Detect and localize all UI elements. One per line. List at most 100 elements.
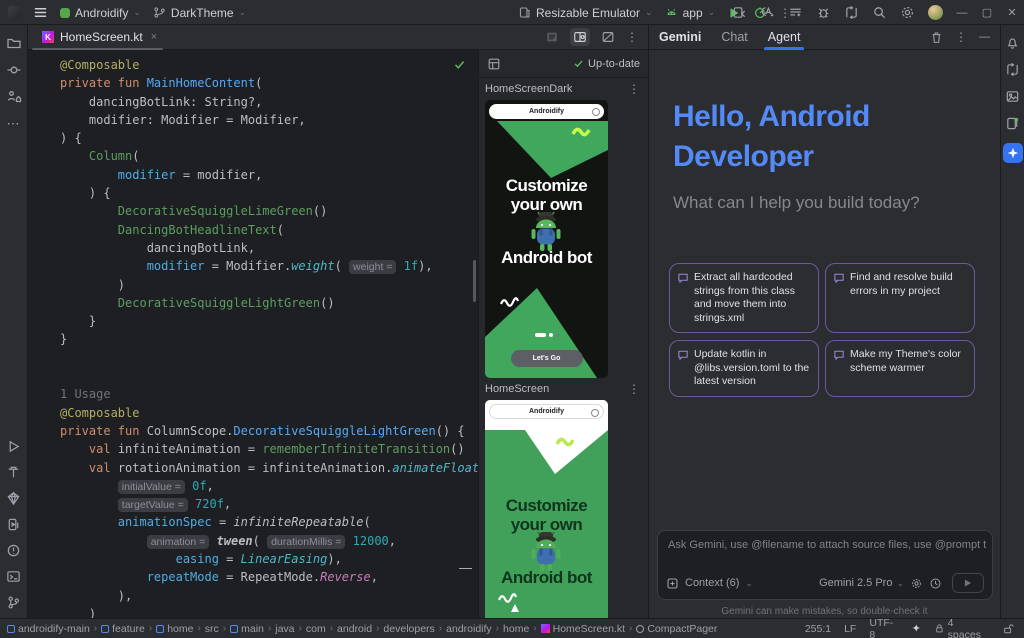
- terminal-tool-icon[interactable]: [6, 569, 21, 584]
- breadcrumb-item[interactable]: feature: [101, 623, 145, 635]
- code-assist-icon[interactable]: [760, 5, 775, 20]
- caret-position[interactable]: 255:1: [805, 623, 831, 635]
- breadcrumb-item[interactable]: home: [503, 623, 529, 635]
- code-line: DecorativeSquiggleLightGreen(): [60, 294, 468, 312]
- version-control-tool-icon[interactable]: [6, 595, 21, 610]
- delete-conversation-icon[interactable]: [930, 31, 943, 44]
- run-tool-icon[interactable]: [6, 439, 21, 454]
- commit-tool-icon[interactable]: [6, 62, 22, 78]
- chevron-down-icon: ⌄: [745, 579, 753, 588]
- notifications-bell-icon[interactable]: [1005, 35, 1020, 50]
- preview-label-homescreendark[interactable]: HomeScreenDark ⋮: [479, 78, 648, 100]
- breadcrumb-item[interactable]: main: [230, 623, 264, 635]
- write-access-unlock-icon[interactable]: [1002, 623, 1014, 635]
- code-view-icon[interactable]: [542, 28, 562, 46]
- gemini-prompt-input[interactable]: Ask Gemini, use @filename to attach sour…: [657, 530, 993, 600]
- code-line: initialValue = 0f,: [60, 477, 468, 495]
- project-selector[interactable]: Androidify ⌄: [60, 6, 141, 20]
- build-variants-icon[interactable]: [788, 5, 803, 20]
- maximize-window-button[interactable]: ▢: [981, 6, 993, 19]
- editor-options-icon[interactable]: ⋮: [626, 30, 638, 44]
- running-devices-tool-icon[interactable]: [6, 517, 21, 532]
- breadcrumb-item[interactable]: java: [275, 623, 294, 635]
- breadcrumb-item[interactable]: developers: [383, 623, 434, 635]
- preview-options-icon[interactable]: ⋮: [628, 382, 640, 396]
- breadcrumb-item[interactable]: android: [337, 623, 372, 635]
- breadcrumb-item[interactable]: src: [205, 623, 219, 635]
- status-bar: androidify-main›feature›home›src›main›ja…: [0, 618, 1024, 638]
- gemini-tool-icon[interactable]: [1003, 143, 1023, 163]
- build-tool-icon[interactable]: [6, 465, 21, 480]
- code-editor[interactable]: @Composableprivate fun MainHomeContent( …: [28, 50, 478, 618]
- history-icon[interactable]: [929, 577, 942, 590]
- android-head-icon: [665, 6, 678, 19]
- lets-go-button: Let's Go: [511, 350, 583, 367]
- vcs-branch-selector[interactable]: DarkTheme ⌄: [153, 6, 246, 20]
- settings-gear-icon[interactable]: [900, 5, 915, 20]
- lock-icon: [934, 623, 945, 634]
- breadcrumb-item[interactable]: androidify: [446, 623, 492, 635]
- bug-icon[interactable]: [816, 5, 831, 20]
- preview-canvas-homescreendark[interactable]: Androidify Customize your own Andro: [485, 100, 608, 378]
- editor-scrollbar[interactable]: [473, 260, 476, 302]
- run-configuration-selector[interactable]: app ⌄: [665, 6, 716, 20]
- inspections-ok-icon[interactable]: [453, 58, 466, 71]
- context-label[interactable]: Context (6): [685, 577, 739, 589]
- close-window-button[interactable]: ✕: [1006, 6, 1018, 19]
- preview-options-icon[interactable]: ⋮: [628, 82, 640, 96]
- code-area: @Composableprivate fun MainHomeContent( …: [60, 56, 468, 618]
- main-menu-icon[interactable]: [33, 5, 48, 20]
- suggestion-card[interactable]: Find and resolve build errors in my proj…: [825, 263, 975, 333]
- breadcrumb-item[interactable]: home: [156, 623, 193, 635]
- suggestion-card[interactable]: Extract all hardcoded strings from this …: [669, 263, 819, 333]
- module-icon: [7, 625, 15, 633]
- design-view-icon[interactable]: [598, 28, 618, 46]
- resource-manager-tool-icon[interactable]: [1005, 89, 1020, 104]
- breadcrumb-item[interactable]: com: [306, 623, 326, 635]
- prompt-settings-icon[interactable]: [910, 577, 923, 590]
- device-selector[interactable]: Resizable Emulator ⌄: [518, 6, 653, 20]
- suggestion-text: Make my Theme's color scheme warmer: [850, 348, 966, 389]
- more-tools-icon[interactable]: ⋯: [7, 116, 21, 132]
- running-devices-mirror-icon[interactable]: [1005, 116, 1020, 131]
- indent-setting[interactable]: 4 spaces: [934, 617, 989, 638]
- close-tab-icon[interactable]: ×: [151, 31, 157, 43]
- suggestion-card[interactable]: Make my Theme's color scheme warmer: [825, 340, 975, 397]
- project-icon: [60, 8, 70, 18]
- gemini-options-icon[interactable]: ⋮: [955, 30, 967, 44]
- project-name: Androidify: [75, 6, 128, 20]
- search-icon[interactable]: [872, 5, 887, 20]
- problems-tool-icon[interactable]: [6, 543, 21, 558]
- tab-agent[interactable]: Agent: [768, 25, 801, 50]
- app-quality-insights-icon[interactable]: [6, 491, 21, 506]
- hide-panel-icon[interactable]: —: [979, 31, 990, 43]
- context-icon[interactable]: [666, 577, 679, 590]
- project-tool-icon[interactable]: [6, 35, 22, 51]
- model-selector[interactable]: Gemini 2.5 Pro: [819, 577, 892, 589]
- structure-tool-icon[interactable]: [6, 89, 22, 105]
- pull-requests-tool-icon[interactable]: [1005, 62, 1020, 77]
- module-icon: [230, 625, 238, 633]
- chevron-down-icon: ⌄: [645, 8, 653, 17]
- preview-layout-icon[interactable]: [487, 57, 501, 71]
- breadcrumb-item[interactable]: androidify-main: [7, 623, 90, 635]
- tab-homescreen-kt[interactable]: K HomeScreen.kt ×: [28, 25, 167, 50]
- preview-label-homescreen[interactable]: HomeScreen ⋮: [479, 378, 648, 400]
- user-avatar[interactable]: [928, 5, 943, 20]
- file-encoding[interactable]: UTF-8: [869, 617, 898, 638]
- line-ending[interactable]: LF: [844, 623, 856, 635]
- gemini-spark-icon[interactable]: ✦: [912, 622, 921, 635]
- breadcrumb-separator: ›: [94, 623, 97, 634]
- pull-request-icon[interactable]: [844, 5, 859, 20]
- preview-canvas-homescreen[interactable]: Androidify Customize your own Andro: [485, 400, 608, 618]
- breadcrumb-item[interactable]: HomeScreen.kt: [541, 623, 625, 635]
- suggestion-card[interactable]: Update kotlin in @libs.version.toml to t…: [669, 340, 819, 397]
- chevron-down-icon: ⌄: [708, 8, 716, 17]
- breadcrumb-item[interactable]: CompactPager: [636, 623, 717, 635]
- device-manager-icon[interactable]: [732, 5, 747, 20]
- split-view-icon[interactable]: [570, 28, 590, 46]
- tab-chat[interactable]: Chat: [721, 25, 747, 50]
- send-button[interactable]: [952, 573, 984, 593]
- fold-marker[interactable]: —: [459, 560, 472, 575]
- minimize-window-button[interactable]: —: [956, 7, 968, 19]
